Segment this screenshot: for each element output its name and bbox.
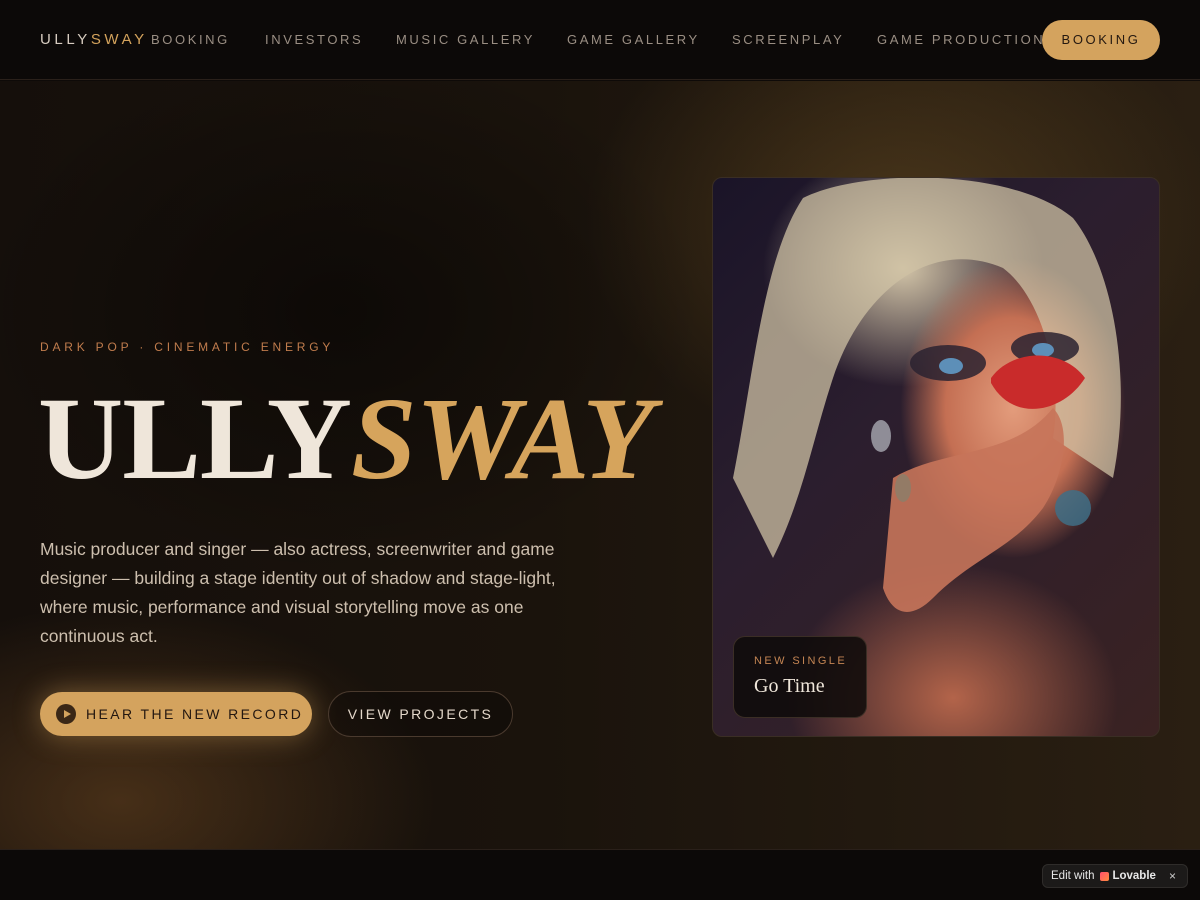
lovable-heart-icon (1100, 871, 1110, 881)
top-navigation: ULLYSWAY BOOKING INVESTORS MUSIC GALLERY… (0, 0, 1200, 80)
artist-portrait: NEW SINGLE Go Time (712, 177, 1160, 737)
bottom-section (0, 849, 1200, 900)
brand-logo-part2: SWAY (90, 31, 148, 48)
nav-link-game-production[interactable]: GAME PRODUCTION (877, 32, 1045, 47)
nav-link-screenplay[interactable]: SCREENPLAY (732, 32, 844, 47)
play-icon (56, 704, 76, 724)
nav-link-investors[interactable]: INVESTORS (265, 32, 363, 47)
hear-new-record-label: HEAR THE NEW RECORD (86, 706, 304, 722)
booking-cta-button[interactable]: BOOKING (1042, 20, 1160, 60)
new-single-card[interactable]: NEW SINGLE Go Time (733, 636, 867, 718)
edit-with-lovable-badge[interactable]: Edit with Lovable × (1042, 864, 1188, 888)
hero-section: DARK POP · CINEMATIC ENERGY ULLYSWAY Mus… (0, 81, 1200, 849)
lovable-brand-text: Lovable (1112, 870, 1156, 882)
brand-logo[interactable]: ULLYSWAY (40, 31, 148, 48)
close-icon[interactable]: × (1169, 869, 1176, 883)
nav-link-booking[interactable]: BOOKING (151, 32, 230, 47)
hear-new-record-button[interactable]: HEAR THE NEW RECORD (40, 692, 312, 736)
hero-eyebrow: DARK POP · CINEMATIC ENERGY (40, 340, 335, 354)
hero-title: ULLYSWAY (38, 373, 654, 505)
new-single-label: NEW SINGLE (754, 655, 848, 667)
new-single-title: Go Time (754, 675, 825, 697)
hero-title-part2: SWAY (351, 373, 654, 504)
edit-with-text: Edit with (1051, 870, 1095, 882)
brand-logo-part1: ULLY (40, 31, 91, 48)
nav-link-game-gallery[interactable]: GAME GALLERY (567, 32, 700, 47)
hero-description: Music producer and singer — also actress… (40, 539, 556, 646)
hero-title-part1: ULLY (38, 373, 352, 504)
view-projects-button[interactable]: VIEW PROJECTS (328, 691, 513, 737)
nav-link-music-gallery[interactable]: MUSIC GALLERY (396, 32, 535, 47)
